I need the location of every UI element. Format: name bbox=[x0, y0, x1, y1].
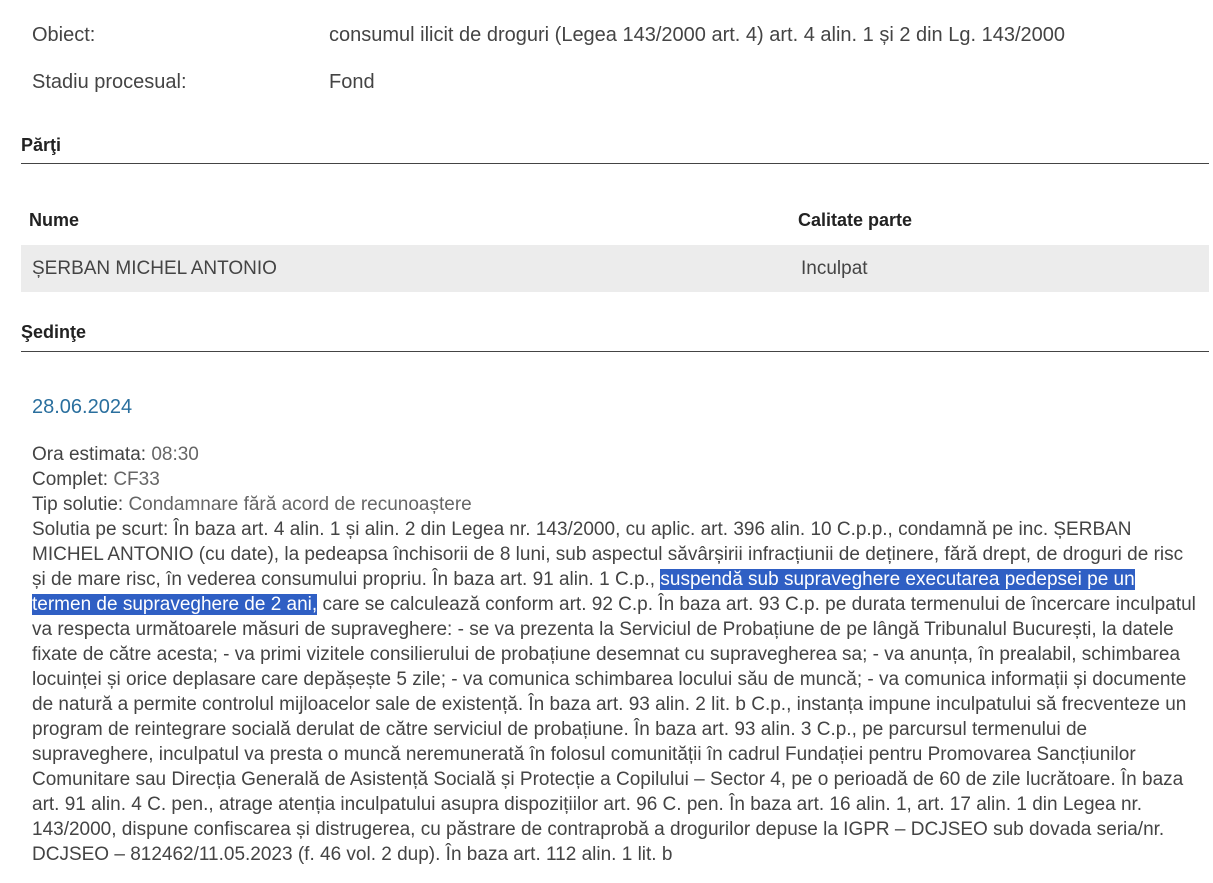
column-header-name: Nume bbox=[29, 210, 80, 230]
party-role: Inculpat bbox=[801, 258, 868, 279]
procedural-stage-value: Fond bbox=[329, 71, 375, 93]
panel-label: Complet: bbox=[32, 469, 109, 490]
estimated-time-value: 08:30 bbox=[151, 444, 199, 465]
solution-summary: Solutia pe scurt: În baza art. 4 alin. 1… bbox=[32, 517, 1197, 867]
hearings-section-divider bbox=[21, 351, 1209, 352]
panel-value: CF33 bbox=[113, 469, 160, 490]
estimated-time-label: Ora estimata: bbox=[32, 444, 147, 465]
solution-type-label: Tip solutie: bbox=[32, 494, 124, 515]
case-object-label: Obiect: bbox=[32, 24, 96, 46]
solution-type-value: Condamnare fără acord de recunoaștere bbox=[128, 494, 472, 515]
column-header-role: Calitate parte bbox=[798, 210, 913, 230]
table-row: ȘERBAN MICHEL ANTONIO Inculpat bbox=[21, 245, 1209, 292]
solution-text-after: care se calculează conform art. 92 C.p. … bbox=[32, 594, 1196, 865]
solution-type-line: Tip solutie: Condamnare fără acord de re… bbox=[32, 492, 1197, 517]
procedural-stage-label: Stadiu procesual: bbox=[32, 71, 187, 93]
hearing-date: 28.06.2024 bbox=[32, 396, 133, 418]
parties-section-title: Părţi bbox=[21, 135, 62, 155]
parties-section-divider bbox=[21, 163, 1209, 164]
hearing-details: Ora estimata: 08:30 Complet: CF33 Tip so… bbox=[32, 442, 1197, 867]
panel-line: Complet: CF33 bbox=[32, 467, 1197, 492]
hearings-section-title: Şedinţe bbox=[21, 322, 87, 342]
case-object-value: consumul ilicit de droguri (Legea 143/20… bbox=[329, 24, 1066, 46]
solution-summary-label: Solutia pe scurt: bbox=[32, 519, 169, 540]
estimated-time-line: Ora estimata: 08:30 bbox=[32, 442, 1197, 467]
party-name: ȘERBAN MICHEL ANTONIO bbox=[32, 258, 277, 279]
